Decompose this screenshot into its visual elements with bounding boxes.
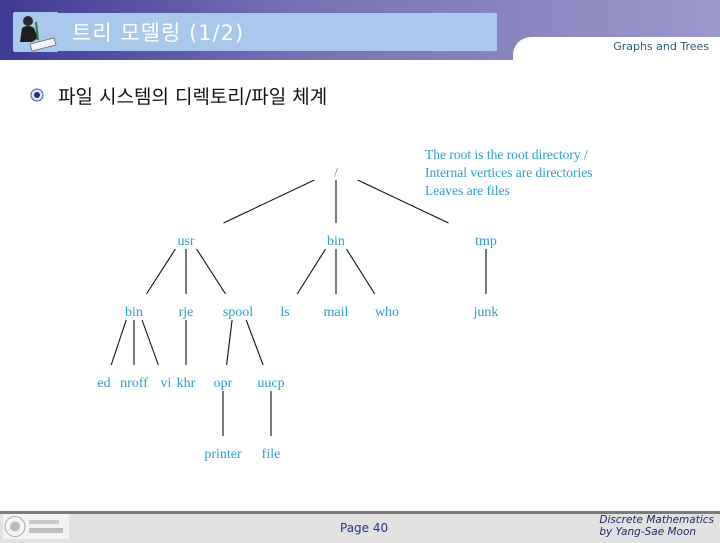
page-number: Page 40 [340, 521, 389, 535]
tree-node-ls: ls [280, 305, 289, 320]
tree-node-bin1: bin [327, 234, 345, 249]
tree-edge [141, 319, 159, 366]
tree-note-3: Leaves are files [425, 183, 510, 198]
directory-tree-diagram: / usr bin tmp bin rje spool ls mail who junk ed nrof… [97, 147, 593, 462]
tree-node-nroff: nroff [120, 376, 148, 391]
tree-node-usr: usr [177, 234, 194, 249]
credit-text: Discrete Mathematics by Yang-Sae Moon [599, 514, 714, 538]
tree-node-ed: ed [97, 376, 110, 391]
tree-node-opr: opr [214, 376, 233, 391]
tree-note-2: Internal vertices are directories [425, 165, 593, 180]
credit-line-1: Discrete Mathematics [599, 514, 714, 526]
tree-node-spool: spool [223, 305, 253, 320]
tree-node-rje: rje [179, 305, 194, 320]
tree-note-1: The root is the root directory / [425, 147, 588, 162]
tree-node-file: file [262, 447, 281, 462]
tree-node-uucp: uucp [257, 376, 284, 391]
tree-node-tmp: tmp [475, 234, 497, 249]
tree-node-vi: vi [161, 376, 172, 391]
tree-node-who: who [375, 305, 399, 320]
tree-node-root: / [334, 166, 338, 181]
tree-node-junk: junk [473, 305, 499, 320]
tree-node-mail: mail [324, 305, 349, 320]
tree-node-printer: printer [204, 447, 242, 462]
tree-edge [145, 248, 176, 295]
credit-line-2: by Yang-Sae Moon [599, 526, 697, 538]
tree-edge [345, 248, 376, 295]
tree-edge [245, 319, 264, 366]
tree-edge [110, 319, 127, 366]
tree-node-bin2: bin [125, 305, 143, 320]
tree-edge [296, 248, 327, 295]
tree-node-khr: khr [177, 376, 196, 391]
university-logo-icon [3, 514, 69, 539]
tree-edge [196, 248, 227, 295]
tree-edge [226, 319, 233, 366]
tree-edge [223, 179, 315, 224]
